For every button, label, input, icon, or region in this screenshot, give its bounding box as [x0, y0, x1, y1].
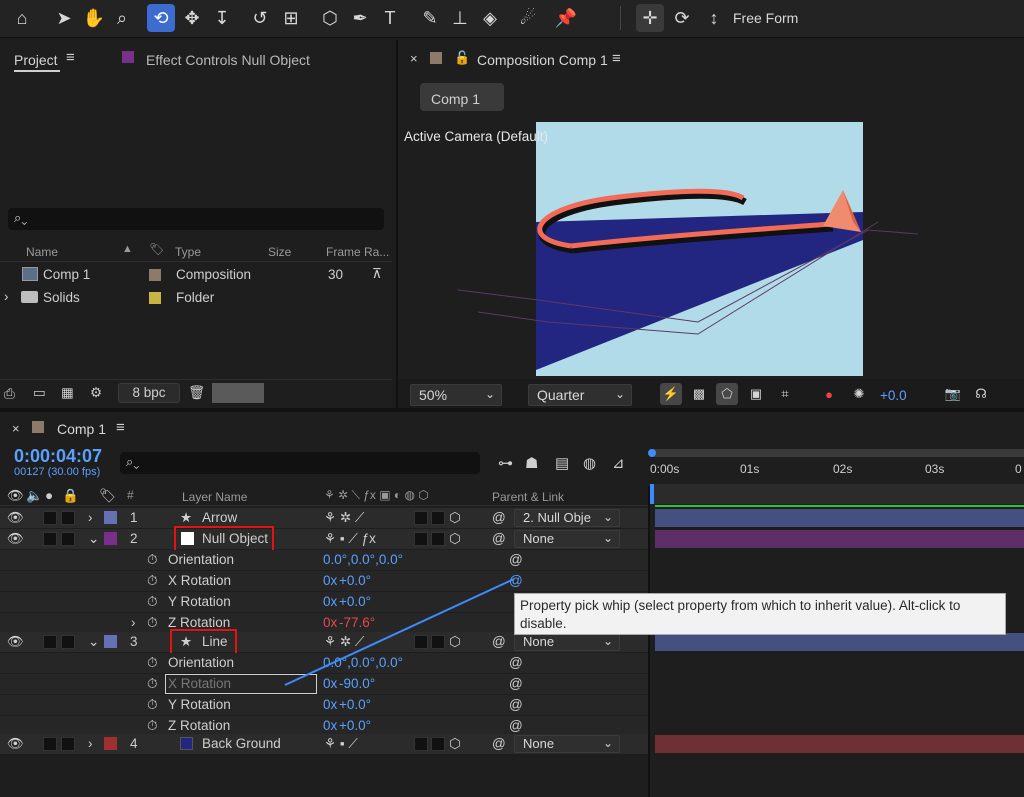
magnification-value: 50% [419, 387, 448, 403]
interpret-footage-icon[interactable]: ⎙ [4, 386, 15, 402]
composition-panel: × 🔓 Composition Comp 1 ≡ Comp 1 Active C… [396, 40, 1024, 408]
bit-depth-button[interactable]: 8 bpc [118, 383, 180, 403]
item-type: Folder [176, 290, 215, 305]
active-camera-label: Active Camera (Default) [404, 129, 549, 144]
free-form-label[interactable]: Free Form [733, 10, 798, 26]
mask-visibility-icon[interactable]: ⬠ [716, 383, 738, 405]
timeline-panel: × Comp 1 ≡ 0:00:04:07 00127 (30.00 fps) … [0, 412, 1024, 797]
project-item-row[interactable]: › Solids Folder [0, 287, 392, 309]
chevron-down-icon: ⌄ [614, 387, 625, 401]
type-icon[interactable]: T [376, 4, 404, 32]
project-footer: ⎙ ▭ ▦ ⚙ 8 bpc 🗑 [0, 379, 392, 408]
snapshot-icon[interactable]: 📷 [942, 383, 964, 405]
tab-project[interactable]: Project [14, 52, 58, 68]
resolution-dropdown[interactable]: Quarter ⌄ [528, 384, 632, 406]
item-name: Solids [43, 290, 80, 305]
comp-breadcrumb-tab[interactable]: Comp 1 [420, 83, 504, 111]
pen-icon[interactable]: ✒ [346, 4, 374, 32]
label-color-swatch [122, 51, 134, 63]
sort-up-icon[interactable]: ▲ [122, 243, 133, 255]
composition-icon [22, 267, 38, 281]
project-search-input[interactable]: ⌕⌄ [8, 208, 384, 230]
col-frame-rate[interactable]: Frame Ra... [326, 245, 389, 259]
project-item-row[interactable]: Comp 1 Composition 30 ⊼ [0, 264, 392, 286]
chevron-down-icon: ⌄ [484, 387, 495, 401]
pan-behind-icon[interactable]: ⊞ [277, 4, 305, 32]
col-type[interactable]: Type [175, 245, 201, 259]
folder-icon [21, 291, 38, 303]
new-folder-icon[interactable]: ▭ [33, 385, 46, 401]
new-composition-icon[interactable]: ▦ [61, 385, 74, 401]
rotate-icon[interactable]: ↺ [246, 4, 274, 32]
item-type: Composition [176, 267, 252, 282]
local-axis-icon[interactable]: ✛ [636, 4, 664, 32]
settings-icon[interactable]: ⚙ [90, 385, 102, 401]
thumbnail-swatch [212, 383, 264, 403]
eraser-icon[interactable]: ◈ [476, 4, 504, 32]
show-snapshot-icon[interactable]: ☊ [970, 383, 992, 405]
label-color-swatch [149, 269, 161, 281]
pick-whip-tooltip: Property pick whip (select property from… [514, 593, 1006, 635]
comp-viewer-scene [457, 188, 919, 370]
search-icon: ⌕⌄ [14, 210, 28, 225]
col-size[interactable]: Size [268, 245, 291, 259]
label-tag-icon[interactable]: 🏷 [149, 242, 164, 256]
color-channels-icon[interactable]: ● [818, 383, 840, 405]
panel-menu-icon[interactable]: ≡ [66, 49, 75, 66]
panel-menu-icon[interactable]: ≡ [612, 50, 621, 67]
hand-icon[interactable]: ✋ [80, 4, 108, 32]
clone-stamp-icon[interactable]: ⊥ [446, 4, 474, 32]
close-icon[interactable]: × [410, 51, 418, 66]
comp-tab-title[interactable]: Composition Comp 1 [477, 52, 608, 68]
zoom-icon[interactable]: ⌕ [108, 4, 136, 32]
color-management-icon[interactable]: ✺ [848, 383, 870, 405]
grid-guides-icon[interactable]: ⌗ [774, 383, 796, 405]
magnification-dropdown[interactable]: 50% ⌄ [410, 384, 502, 406]
orbit-camera-icon[interactable]: ⟲ [147, 4, 175, 32]
roto-brush-icon[interactable]: ☄ [514, 4, 542, 32]
col-name[interactable]: Name [26, 245, 58, 259]
fast-previews-icon[interactable]: ⚡ [660, 383, 682, 405]
project-panel: Project ≡ Effect Controls Null Object ⌕⌄… [0, 40, 392, 408]
active-tab-underline [14, 70, 60, 72]
view-axis-icon[interactable]: ↕ [700, 4, 728, 32]
item-frame-rate: 30 [328, 267, 344, 282]
label-color-swatch [149, 292, 161, 304]
exposure-value[interactable]: +0.0 [880, 388, 907, 403]
home-icon[interactable]: ⌂ [8, 4, 36, 32]
transparency-grid-icon[interactable]: ▩ [688, 383, 710, 405]
resolution-value: Quarter [537, 387, 585, 403]
world-axis-icon[interactable]: ⟳ [668, 4, 696, 32]
selection-icon[interactable]: ➤ [50, 4, 78, 32]
region-of-interest-icon[interactable]: ▣ [745, 383, 767, 405]
trash-icon[interactable]: 🗑 [188, 385, 205, 401]
pan-camera-icon[interactable]: ✥ [178, 4, 206, 32]
flowchart-icon[interactable]: ⊼ [372, 266, 382, 282]
tab-effect-controls[interactable]: Effect Controls Null Object [146, 52, 310, 68]
puppet-pin-icon[interactable]: 📌 [552, 4, 580, 32]
tools-toolbar: ⌂ ➤ ✋ ⌕ ⟲ ✥ ↧ ↺ ⊞ ⬡ ✒ T ✎ ⊥ ◈ ☄ 📌 ✛ ⟳ ↕ … [0, 0, 1024, 38]
label-color-swatch [430, 52, 442, 64]
lock-icon[interactable]: 🔓 [454, 50, 470, 66]
item-name: Comp 1 [43, 267, 91, 282]
project-columns-header: Name ▲ 🏷 Type Size Frame Ra... [0, 240, 392, 262]
brush-icon[interactable]: ✎ [416, 4, 444, 32]
shape-icon[interactable]: ⬡ [316, 4, 344, 32]
chevron-right-icon[interactable]: › [4, 289, 9, 304]
dolly-camera-icon[interactable]: ↧ [208, 4, 236, 32]
